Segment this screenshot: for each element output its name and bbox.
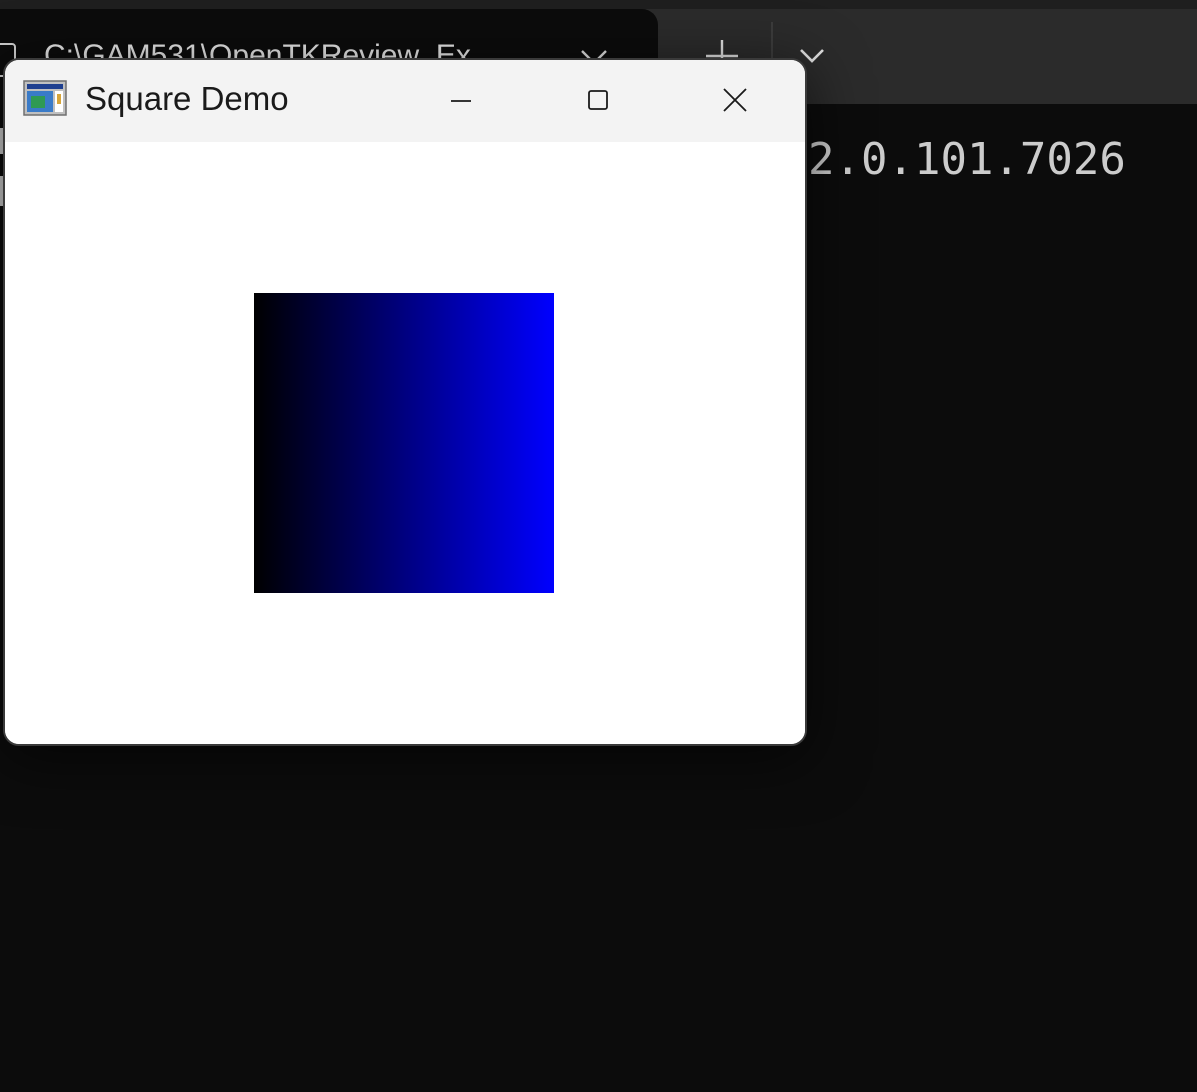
render-canvas[interactable] [5, 142, 805, 744]
terminal-top-border [0, 0, 1197, 9]
terminal-output-text: 2.0.101.7026 [808, 134, 1126, 185]
window-title: Square Demo [85, 80, 289, 117]
maximize-button[interactable] [530, 60, 666, 140]
minimize-icon [451, 100, 471, 102]
close-button[interactable] [667, 60, 803, 140]
square-demo-window: Square Demo [3, 58, 807, 746]
gradient-square [254, 293, 554, 593]
app-icon [23, 80, 67, 116]
close-icon [723, 88, 747, 112]
minimize-button[interactable] [393, 60, 529, 140]
title-bar[interactable]: Square Demo [5, 60, 805, 142]
maximize-icon [588, 90, 608, 110]
